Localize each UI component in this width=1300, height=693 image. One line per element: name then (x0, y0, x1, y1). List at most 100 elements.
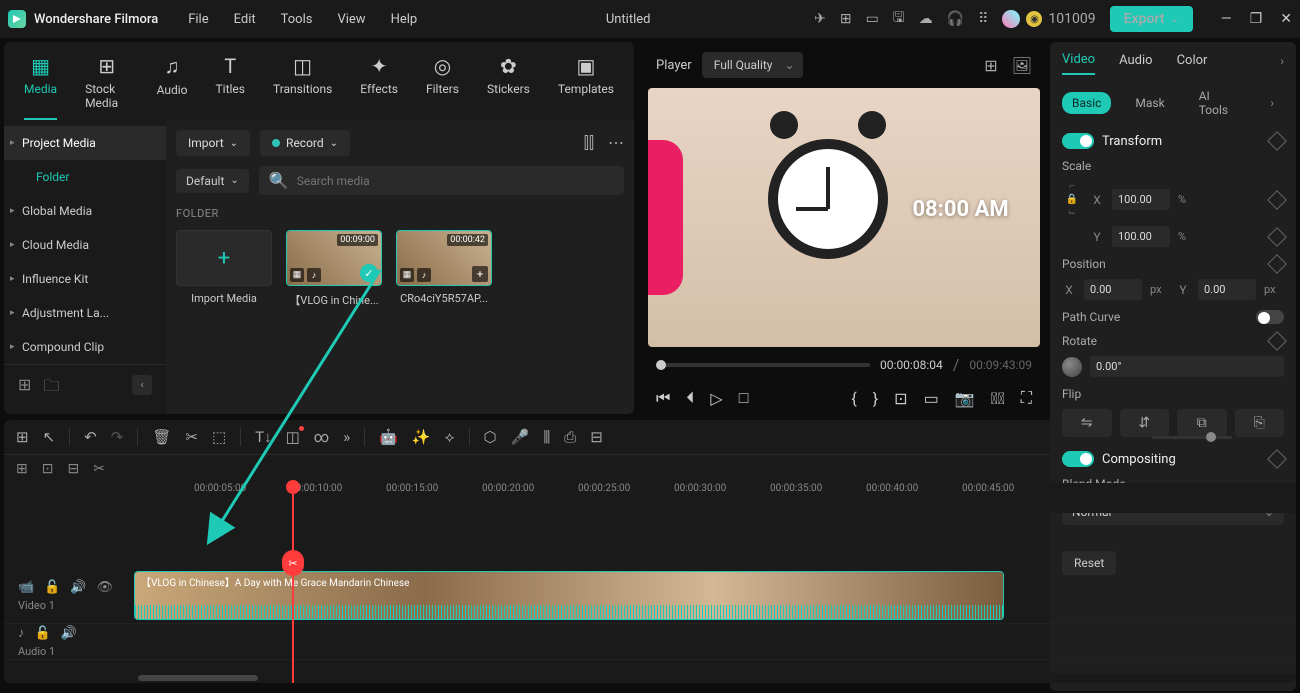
video-clip[interactable]: 【VLOG in Chinese】A Day with Me Grace Man… (134, 571, 1004, 620)
tab-stickers[interactable]: ✿Stickers (487, 50, 530, 120)
rotate-knob[interactable] (1062, 357, 1082, 377)
flip-h-button[interactable]: ⇋ (1062, 409, 1112, 437)
sidebar-item-project-media[interactable]: ▸Project Media (4, 126, 166, 160)
minimize-button[interactable]: — (1221, 11, 1232, 27)
display-icon[interactable]: ▭ (924, 389, 939, 408)
redo-button[interactable]: ↷ (111, 428, 124, 446)
subtab-ai[interactable]: AI Tools (1189, 85, 1247, 121)
close-button[interactable]: ✕ (1280, 11, 1292, 27)
path-curve-toggle[interactable] (1256, 310, 1284, 324)
mark-out-button[interactable]: } (873, 389, 878, 408)
quality-icon[interactable]: ✕⃝ (991, 389, 1005, 408)
sparkle-button[interactable]: ⟡ (445, 428, 455, 446)
sidebar-item-influence-kit[interactable]: ▸Influence Kit (4, 262, 166, 296)
tabs-more-icon[interactable]: › (1280, 54, 1284, 74)
tab-templates[interactable]: ▣Templates (558, 50, 614, 120)
stop-button[interactable]: □ (739, 388, 749, 408)
video-player[interactable]: 08:00 AM (648, 88, 1040, 347)
new-folder-icon[interactable]: ⊞ (18, 375, 31, 402)
mixer-button[interactable]: ⫼ (543, 428, 550, 446)
export-button[interactable]: Export⌄ (1110, 6, 1193, 32)
link-button[interactable]: ∞ (314, 428, 329, 446)
menu-tools[interactable]: Tools (281, 12, 313, 27)
maximize-button[interactable]: ❐ (1250, 11, 1263, 27)
menu-edit[interactable]: Edit (234, 12, 256, 27)
mark-in-button[interactable]: { (851, 389, 856, 408)
crop-button[interactable]: ⬚ (212, 428, 226, 446)
collapse-sidebar-button[interactable]: ‹ (132, 375, 152, 395)
filter-icon[interactable]: ⫿⫿ (584, 133, 594, 153)
tl-layout-icon[interactable]: ⊞ (16, 428, 29, 446)
prev-frame-button[interactable]: ⏮ (656, 388, 670, 408)
tl-cursor-icon[interactable]: ↖ (43, 428, 56, 446)
timeline-scrollbar[interactable] (4, 673, 1296, 683)
compositing-keyframe[interactable] (1267, 449, 1287, 469)
transform-toggle[interactable] (1062, 133, 1094, 149)
tab-filters[interactable]: ◎Filters (426, 50, 459, 120)
subtab-mask[interactable]: Mask (1125, 92, 1174, 114)
menu-help[interactable]: Help (391, 12, 418, 27)
enhance-button[interactable]: ✨ (412, 428, 431, 446)
tab-media[interactable]: ▦Media (24, 50, 57, 120)
vtrack-lock-icon[interactable]: 🔓 (44, 580, 60, 595)
media-thumb-0[interactable]: +Import Media (176, 230, 272, 308)
ai-button[interactable]: 🤖 (379, 428, 398, 446)
step-back-button[interactable]: ⏴ (686, 388, 694, 408)
more-icon[interactable]: ⋯ (608, 133, 624, 153)
marker-button[interactable]: ⬡ (484, 428, 497, 446)
sidebar-item-cloud-media[interactable]: ▸Cloud Media (4, 228, 166, 262)
more-tools-button[interactable]: » (343, 428, 350, 446)
timeline-ruler[interactable]: 00:00:05:0000:00:10:0000:00:15:0000:00:2… (134, 483, 1296, 513)
copy-button[interactable]: ⧉ (1177, 409, 1227, 437)
subtab-basic[interactable]: Basic (1062, 92, 1111, 114)
scale-x-input[interactable] (1112, 189, 1170, 210)
pos-y-input[interactable] (1198, 279, 1256, 300)
sidebar-item-adjustment-la-[interactable]: ▸Adjustment La... (4, 296, 166, 330)
fit-button[interactable]: ⊟ (590, 428, 603, 446)
snapshot-button[interactable]: 📷 (955, 389, 975, 408)
compositing-header[interactable]: Compositing (1062, 451, 1284, 467)
tab-color[interactable]: Color (1177, 53, 1208, 74)
snapshot-preview-icon[interactable]: 🖼 (1012, 56, 1032, 75)
lock-icon[interactable]: 🔒 (1066, 194, 1078, 205)
scale-y-input[interactable] (1112, 226, 1170, 247)
cloud-icon[interactable]: ☁ (919, 11, 933, 27)
tab-effects[interactable]: ✦Effects (360, 50, 398, 120)
save-icon[interactable]: 🖫 (893, 7, 905, 31)
search-input[interactable] (297, 174, 614, 188)
record-button[interactable]: Record⌄ (260, 130, 350, 156)
tl-icon4[interactable]: ✂ (93, 461, 105, 477)
video-track-content[interactable]: 【VLOG in Chinese】A Day with Me Grace Man… (134, 568, 1296, 623)
tl-icon2[interactable]: ⊡ (42, 461, 54, 477)
folder-tree-icon[interactable]: 🗀 (43, 375, 59, 402)
cut-button[interactable]: ✂ (185, 428, 198, 446)
atrack-mute-icon[interactable]: 🔊 (61, 626, 77, 641)
tl-icon1[interactable]: ⊞ (16, 461, 28, 477)
sidebar-item-global-media[interactable]: ▸Global Media (4, 194, 166, 228)
search-box[interactable]: 🔍 (259, 166, 624, 195)
text-button[interactable]: T↓ (255, 428, 271, 446)
tab-stock-media[interactable]: ⊞Stock Media (85, 50, 129, 120)
vtrack-eye-icon[interactable]: 👁 (97, 580, 114, 595)
tab-audio[interactable]: Audio (1119, 53, 1152, 74)
render-button[interactable]: ⎙ (564, 428, 576, 446)
atrack-lock-icon[interactable]: 🔓 (35, 626, 51, 641)
tab-titles[interactable]: TTitles (215, 50, 244, 120)
vtrack-cam-icon[interactable]: 📹 (18, 580, 34, 595)
tab-audio[interactable]: ♫Audio (157, 50, 188, 120)
crop2-button[interactable]: ◫ (286, 428, 300, 446)
transform-header[interactable]: Transform (1062, 133, 1284, 149)
play-button[interactable]: ▷ (710, 389, 722, 408)
playhead[interactable]: ✂ (292, 483, 294, 683)
undo-button[interactable]: ↶ (84, 428, 97, 446)
zoom-slider[interactable] (1152, 436, 1232, 439)
delete-button[interactable]: 🗑 (152, 428, 171, 446)
transform-keyframe[interactable] (1267, 131, 1287, 151)
fullscreen-button[interactable]: ⛶ (1021, 388, 1032, 408)
voice-button[interactable]: 🎤 (511, 428, 530, 446)
send-icon[interactable]: ✈ (814, 11, 826, 27)
split-button[interactable]: ✂ (282, 550, 304, 576)
position-keyframe[interactable] (1267, 254, 1287, 274)
audio-track-content[interactable] (134, 624, 1296, 659)
vtrack-mute-icon[interactable]: 🔊 (70, 580, 86, 595)
